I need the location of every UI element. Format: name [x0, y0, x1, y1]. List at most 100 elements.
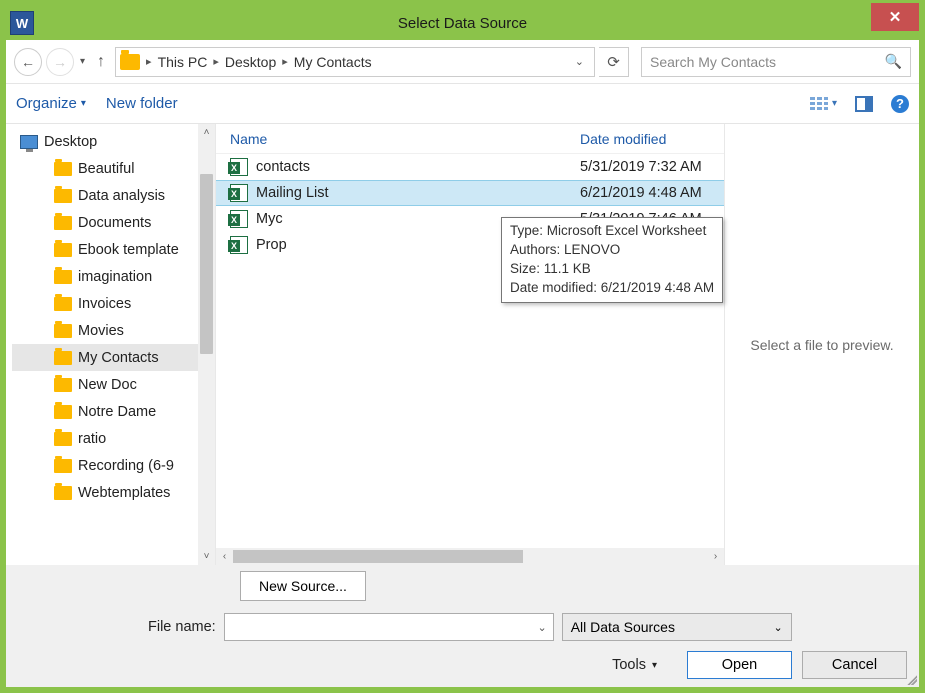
folder-icon [54, 459, 72, 473]
tree-item[interactable]: Beautiful [12, 155, 215, 182]
tree-item[interactable]: Data analysis [12, 182, 215, 209]
tree-item[interactable]: Documents [12, 209, 215, 236]
horizontal-scrollbar[interactable]: ‹ › [216, 548, 724, 565]
address-dropdown-icon[interactable]: ⌄ [569, 55, 590, 68]
new-folder-button[interactable]: New folder [106, 95, 178, 112]
forward-button[interactable]: → [46, 48, 74, 76]
folder-icon [54, 243, 72, 257]
folder-icon [54, 162, 72, 176]
preview-pane-icon [855, 96, 873, 112]
filename-input[interactable]: ⌄ [224, 613, 554, 641]
view-options[interactable]: ▾ [810, 97, 837, 111]
filetype-select[interactable]: All Data Sources ⌄ [562, 613, 792, 641]
file-date: 6/21/2019 4:48 AM [580, 185, 702, 201]
file-row[interactable]: contacts 5/31/2019 7:32 AM [216, 154, 724, 180]
breadcrumb-mid[interactable]: Desktop [225, 54, 276, 70]
chevron-down-icon: ▾ [81, 98, 86, 109]
tree-root-label: Desktop [44, 134, 97, 150]
scroll-right-icon[interactable]: › [707, 548, 724, 565]
file-name: Myc [256, 211, 283, 227]
excel-icon [230, 236, 248, 254]
tree-item[interactable]: Ebook template [12, 236, 215, 263]
filetype-label: All Data Sources [571, 619, 675, 635]
preview-pane-toggle[interactable] [855, 95, 873, 113]
filename-label: File name: [148, 619, 216, 635]
toolbar: Organize ▾ New folder ▾ ? [6, 84, 919, 124]
history-dropdown[interactable]: ▾ [78, 56, 87, 67]
tooltip-modified: Date modified: 6/21/2019 4:48 AM [510, 279, 714, 298]
tree-item[interactable]: Invoices [12, 290, 215, 317]
search-icon: 🔍 [885, 53, 902, 70]
back-button[interactable]: ← [14, 48, 42, 76]
chevron-down-icon[interactable]: ⌄ [537, 621, 546, 634]
tree-item[interactable]: Webtemplates [12, 479, 215, 506]
organize-label: Organize [16, 95, 77, 112]
folder-tree: Desktop Beautiful Data analysis Documents E… [6, 124, 216, 565]
help-button[interactable]: ? [891, 95, 909, 113]
dialog-title: Select Data Source [6, 15, 919, 32]
dialog-footer: New Source... File name: ⌄ All Data Sour… [6, 565, 919, 687]
tree-item-label: New Doc [78, 377, 137, 393]
tree-item-label: Movies [78, 323, 124, 339]
tree-root-desktop[interactable]: Desktop [12, 128, 215, 155]
cancel-button[interactable]: Cancel [802, 651, 907, 679]
search-input[interactable]: Search My Contacts 🔍 [641, 47, 911, 77]
tree-item[interactable]: My Contacts [12, 344, 215, 371]
open-button[interactable]: Open [687, 651, 792, 679]
organize-menu[interactable]: Organize ▾ [16, 95, 86, 112]
scroll-up-icon[interactable]: ˄ [198, 124, 215, 141]
breadcrumb-root[interactable]: This PC [158, 54, 208, 70]
tree-item[interactable]: Movies [12, 317, 215, 344]
tree-item[interactable]: New Doc [12, 371, 215, 398]
titlebar: W Select Data Source ✕ [6, 6, 919, 40]
tree-item[interactable]: ratio [12, 425, 215, 452]
folder-icon [54, 216, 72, 230]
address-bar[interactable]: ▸ This PC ▸ Desktop ▸ My Contacts ⌄ [115, 47, 595, 77]
navigation-bar: ← → ▾ ↑ ▸ This PC ▸ Desktop ▸ My Contact… [6, 40, 919, 84]
close-button[interactable]: ✕ [871, 3, 919, 31]
folder-icon [54, 432, 72, 446]
tree-item[interactable]: imagination [12, 263, 215, 290]
preview-pane: Select a file to preview. [724, 124, 919, 565]
scroll-down-icon[interactable]: ˅ [198, 548, 215, 565]
folder-icon [54, 486, 72, 500]
up-button[interactable]: ↑ [91, 53, 111, 71]
refresh-button[interactable]: ⟳ [599, 47, 629, 77]
tree-item-label: imagination [78, 269, 152, 285]
chevron-down-icon: ▾ [832, 98, 837, 109]
chevron-right-icon: ▸ [146, 55, 152, 68]
chevron-right-icon: ▸ [282, 55, 288, 68]
tree-item[interactable]: Recording (6-9 [12, 452, 215, 479]
resize-grip[interactable] [905, 673, 917, 685]
tools-label: Tools [612, 657, 646, 673]
file-tooltip: Type: Microsoft Excel Worksheet Authors:… [501, 217, 723, 303]
column-name[interactable]: Name [230, 131, 580, 147]
scroll-left-icon[interactable]: ‹ [216, 548, 233, 565]
folder-icon [54, 405, 72, 419]
search-placeholder: Search My Contacts [650, 54, 776, 70]
tools-menu[interactable]: Tools ▾ [612, 657, 657, 673]
tree-item-label: My Contacts [78, 350, 159, 366]
breadcrumb-leaf[interactable]: My Contacts [294, 54, 372, 70]
select-data-source-dialog: W Select Data Source ✕ ← → ▾ ↑ ▸ This PC… [0, 0, 925, 693]
excel-icon [230, 158, 248, 176]
column-date[interactable]: Date modified [580, 131, 666, 147]
scrollbar-thumb[interactable] [233, 550, 523, 563]
chevron-down-icon: ⌄ [773, 621, 782, 634]
folder-icon [120, 54, 140, 70]
sidebar-scrollbar[interactable]: ˄ ˅ [198, 124, 215, 565]
tree-item[interactable]: Notre Dame [12, 398, 215, 425]
tree-item-label: Ebook template [78, 242, 179, 258]
chevron-right-icon: ▸ [213, 55, 219, 68]
scrollbar-thumb[interactable] [200, 174, 213, 354]
excel-icon [230, 184, 248, 202]
file-row[interactable]: Mailing List6/21/2019 4:48 AM [216, 180, 724, 206]
file-name: contacts [256, 159, 310, 175]
folder-icon [54, 189, 72, 203]
new-source-button[interactable]: New Source... [240, 571, 366, 601]
tree-item-label: Data analysis [78, 188, 165, 204]
excel-icon [230, 210, 248, 228]
file-name: Prop [256, 237, 287, 253]
file-date: 5/31/2019 7:32 AM [580, 159, 702, 175]
tree-item-label: Invoices [78, 296, 131, 312]
